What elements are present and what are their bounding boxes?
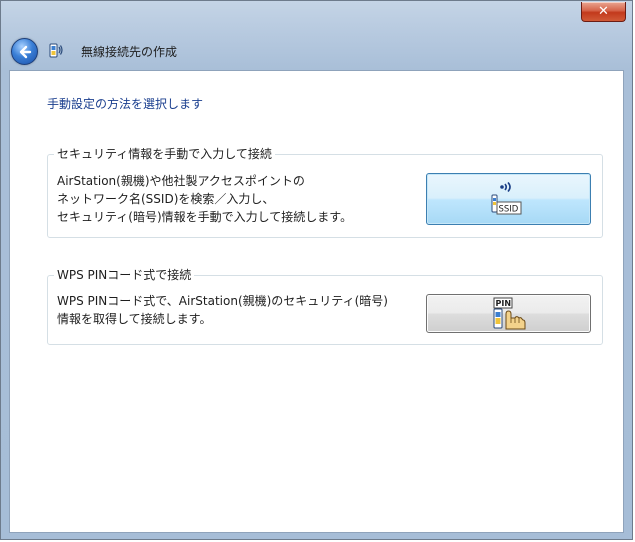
- window-title: 無線接続先の作成: [81, 45, 178, 59]
- manual-desc-line-2: ネットワーク名(SSID)を検索／入力し、: [57, 192, 275, 206]
- instruction-text: 手動設定の方法を選択します: [47, 97, 204, 111]
- ssid-icon-text: SSID: [498, 205, 518, 215]
- close-icon: ✕: [598, 4, 609, 19]
- dialog-window: ✕ 無線接続先の作成 手動設定の方法を選択します セキュリティ情報を手動で入力し…: [0, 0, 633, 540]
- manual-setup-button[interactable]: SSID: [426, 173, 591, 225]
- wps-pin-group: WPS PINコード式で接続 WPS PINコード式で、AirStation(親…: [47, 267, 603, 345]
- content-panel: 手動設定の方法を選択します セキュリティ情報を手動で入力して接続 AirStat…: [9, 70, 624, 533]
- ssid-wireless-icon: SSID: [491, 182, 521, 215]
- pin-hand-icon: PIN: [493, 297, 525, 329]
- manual-setup-group: セキュリティ情報を手動で入力して接続 AirStation(親機)や他社製アクセ…: [47, 146, 603, 238]
- manual-desc-line-3: セキュリティ(暗号)情報を手動で入力して接続します。: [57, 210, 353, 224]
- wps-pin-button[interactable]: PIN: [426, 294, 591, 333]
- back-arrow-icon: [19, 45, 31, 58]
- wireless-person-icon: [48, 43, 64, 59]
- wps-pin-legend: WPS PINコード式で接続: [54, 267, 195, 283]
- pin-icon-text: PIN: [495, 299, 511, 308]
- wps-desc-line-2: 情報を取得して接続します。: [57, 312, 212, 326]
- wps-desc-line-1: WPS PINコード式で、AirStation(親機)のセキュリティ(暗号): [57, 294, 388, 308]
- back-button[interactable]: [11, 38, 38, 65]
- close-button[interactable]: ✕: [581, 2, 626, 22]
- manual-setup-description: AirStation(親機)や他社製アクセスポイントの ネットワーク名(SSID…: [57, 172, 352, 226]
- manual-desc-line-1: AirStation(親機)や他社製アクセスポイントの: [57, 174, 305, 188]
- wizard-header: 無線接続先の作成: [1, 31, 632, 69]
- manual-setup-legend: セキュリティ情報を手動で入力して接続: [54, 146, 275, 162]
- wps-pin-description: WPS PINコード式で、AirStation(親機)のセキュリティ(暗号) 情…: [57, 292, 388, 328]
